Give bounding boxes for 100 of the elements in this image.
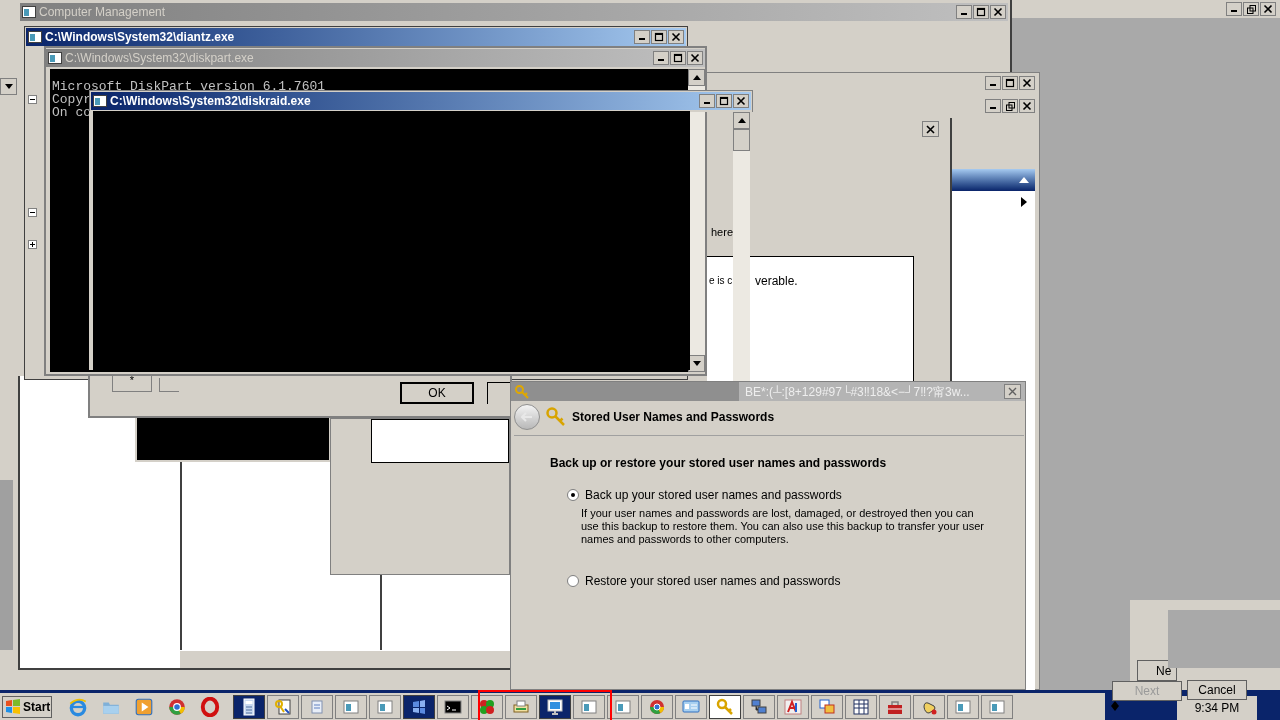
key-icon: [716, 698, 734, 716]
puzzle-icon: [478, 698, 496, 716]
close-button[interactable]: [922, 121, 939, 137]
close-button[interactable]: [668, 30, 684, 44]
minimize-button[interactable]: [634, 30, 650, 44]
calculator-icon: [240, 698, 258, 716]
window-title: Computer Management: [39, 4, 167, 21]
window-icon: [48, 52, 62, 64]
window-title: C:\Windows\System32\diskpart.exe: [65, 50, 255, 67]
card-icon: [682, 698, 700, 716]
restore-button[interactable]: [1243, 2, 1259, 16]
window-icon: [376, 698, 394, 716]
scrollbar-thumb[interactable]: [733, 129, 750, 151]
window-icon: [988, 698, 1006, 716]
minimize-button[interactable]: [956, 5, 972, 19]
minimize-icon: [990, 84, 996, 86]
taskbar-button[interactable]: [233, 695, 265, 719]
start-button[interactable]: Start: [2, 696, 52, 718]
instruction-text: Back up or restore your stored user names and passwords: [550, 455, 888, 472]
close-button[interactable]: [687, 51, 703, 65]
window-icon: [954, 698, 972, 716]
window-icon: [93, 95, 107, 107]
maximize-icon: [673, 53, 683, 63]
minimize-button[interactable]: [985, 99, 1001, 113]
taskbar-button[interactable]: [403, 695, 435, 719]
collapse-icon[interactable]: [28, 208, 37, 217]
back-arrow-icon: [521, 412, 533, 422]
close-icon: [736, 96, 746, 106]
close-icon: [1022, 78, 1032, 88]
close-icon: [926, 124, 935, 134]
taskbar-button[interactable]: [709, 695, 741, 719]
window-icon: [580, 698, 598, 716]
scroll-up-button[interactable]: [688, 69, 705, 86]
collapse-icon[interactable]: [28, 95, 37, 104]
minimize-icon: [1231, 10, 1237, 12]
monitor-icon: [546, 698, 564, 716]
printer-icon: [512, 698, 530, 716]
ring-icon[interactable]: [200, 697, 220, 717]
maximize-button[interactable]: [651, 30, 667, 44]
dialog-text: here: [711, 225, 734, 240]
close-button[interactable]: [1019, 99, 1035, 113]
window-icon: [342, 698, 360, 716]
close-button[interactable]: [1260, 2, 1276, 16]
close-button[interactable]: [990, 5, 1006, 19]
dialog-text: verable.: [755, 273, 798, 290]
radio-button[interactable]: [567, 489, 579, 501]
scrollbar-thumb[interactable]: [0, 480, 13, 650]
next-button[interactable]: Ne: [1137, 660, 1177, 681]
minimize-button[interactable]: [699, 94, 715, 108]
close-button[interactable]: [733, 94, 749, 108]
maximize-button[interactable]: [716, 94, 732, 108]
minimize-button[interactable]: [985, 76, 1001, 90]
expand-icon[interactable]: [28, 240, 37, 249]
up-arrow-icon: [737, 118, 746, 123]
scroll-down-button[interactable]: [0, 78, 17, 95]
restore-icon: [1005, 101, 1015, 111]
ok-button[interactable]: OK: [400, 382, 474, 404]
minimize-button[interactable]: [653, 51, 669, 65]
minimize-icon: [639, 38, 645, 40]
restore-icon: [1246, 4, 1256, 14]
radio-label[interactable]: Restore your stored user names and passwords: [585, 572, 841, 590]
key-icon: [515, 384, 529, 399]
radio-button[interactable]: [567, 575, 579, 587]
key-document-icon: [274, 698, 292, 716]
play-icon[interactable]: [134, 697, 154, 717]
up-arrow-icon: [692, 75, 701, 80]
window-title: C:\Windows\System32\diantz.exe: [45, 29, 236, 46]
expand-arrow-icon[interactable]: [1021, 197, 1027, 207]
toolbox-icon: [886, 698, 904, 716]
close-button[interactable]: [1019, 76, 1035, 90]
close-icon: [671, 32, 681, 42]
stacked-windows-icon: [818, 698, 836, 716]
close-icon: [1022, 101, 1032, 111]
maximize-button[interactable]: [1002, 76, 1018, 90]
minimize-icon: [704, 102, 710, 104]
cancel-button[interactable]: Cancel: [1187, 680, 1247, 700]
close-icon: [690, 53, 700, 63]
minimize-icon: [658, 59, 664, 61]
dialog-text: e is c: [709, 274, 733, 288]
minimize-button[interactable]: [1226, 2, 1242, 16]
close-icon: [993, 7, 1003, 17]
window-icon: [614, 698, 632, 716]
radio-label[interactable]: Back up your stored user names and passwords: [585, 486, 842, 504]
font-icon: [784, 698, 802, 716]
maximize-button[interactable]: [973, 5, 989, 19]
scroll-up-button[interactable]: [733, 112, 750, 129]
console-icon: [444, 698, 462, 716]
maximize-icon: [976, 7, 986, 17]
flag-icon: [410, 698, 428, 716]
close-icon: [1263, 4, 1273, 14]
restore-button[interactable]: [1002, 99, 1018, 113]
taskbar-button[interactable]: [437, 695, 469, 719]
maximize-button[interactable]: [670, 51, 686, 65]
color-wheel-icon[interactable]: [167, 697, 187, 717]
taskbar-button[interactable]: [539, 695, 571, 719]
window-title: C:\Windows\System32\diskraid.exe: [110, 93, 312, 110]
window-icon: [22, 6, 36, 18]
windows-logo-icon: [5, 699, 21, 715]
clock: 9:34 PM: [1194, 700, 1240, 717]
down-arrow-icon: [692, 361, 701, 366]
